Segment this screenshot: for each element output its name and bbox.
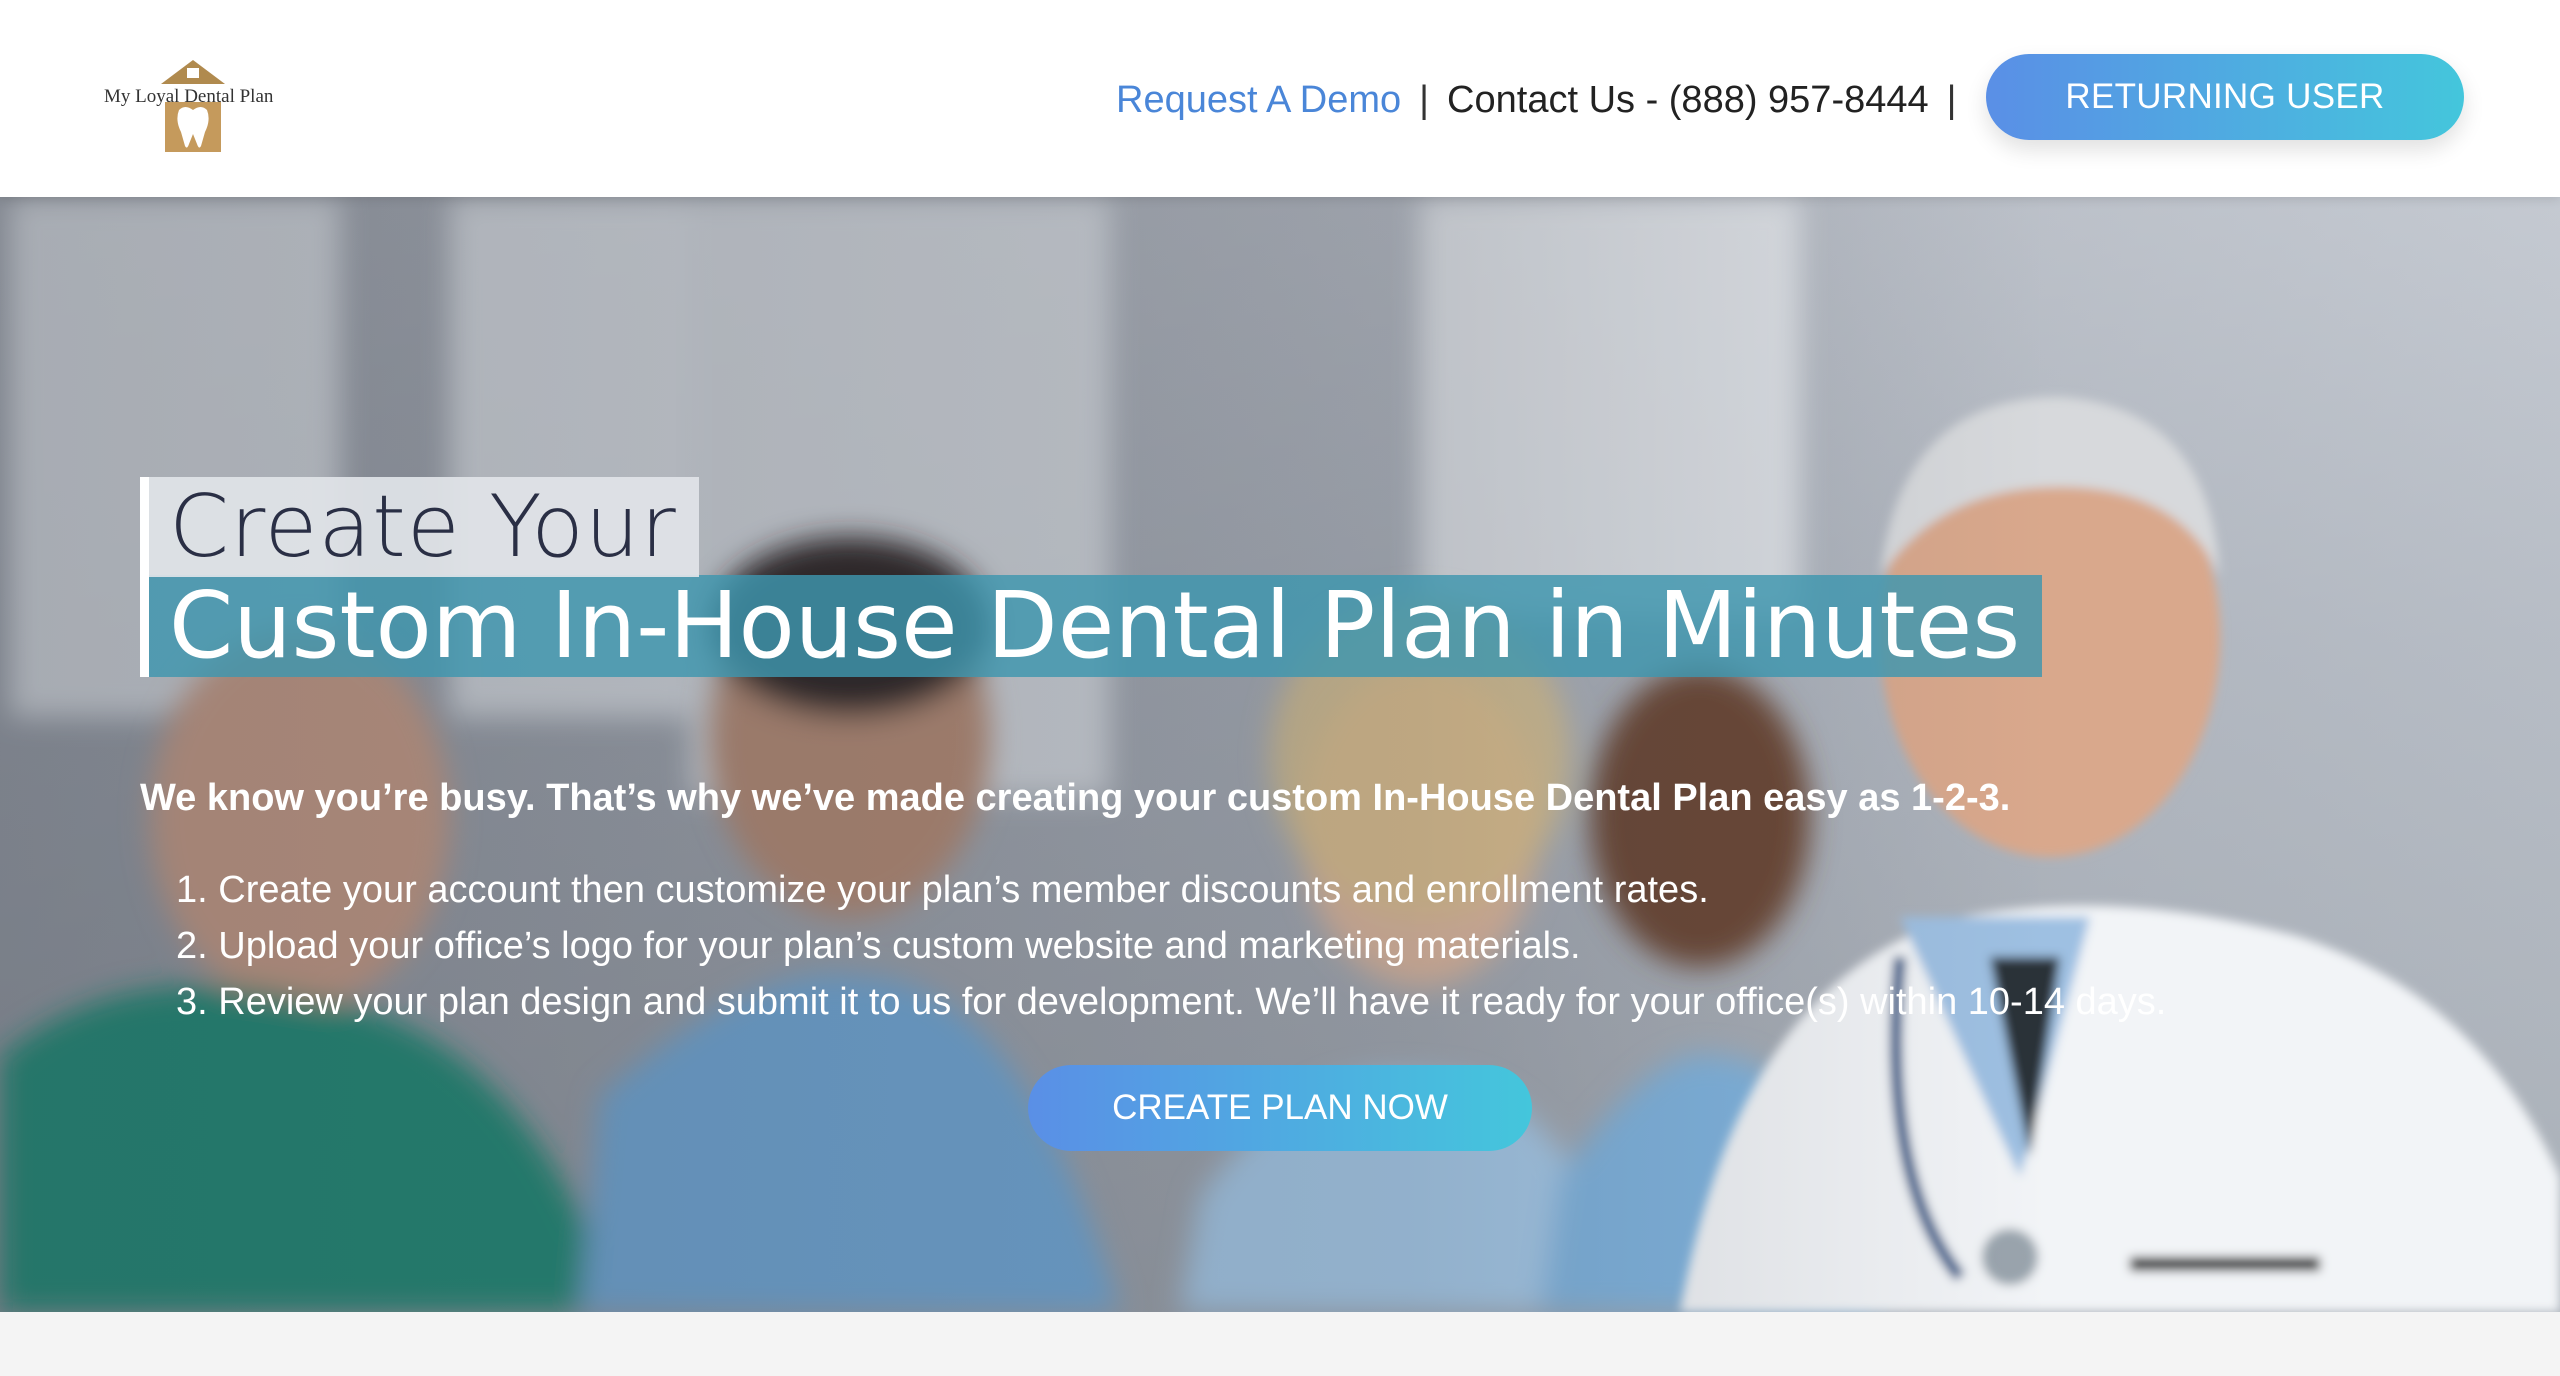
steps-list: 1. Create your account then customize yo… xyxy=(176,862,2166,1030)
hero-title-line1: Create Your xyxy=(149,477,699,577)
hero-title: Create Your Custom In-House Dental Plan … xyxy=(140,477,2043,677)
site-logo[interactable]: My Loyal Dental Plan xyxy=(98,60,298,160)
hero-title-line2: Custom In-House Dental Plan in Minutes xyxy=(149,575,2043,677)
logo-text: My Loyal Dental Plan xyxy=(104,86,274,107)
contact-phone[interactable]: Contact Us - (888) 957-8444 xyxy=(1447,79,1929,122)
request-demo-link[interactable]: Request A Demo xyxy=(1116,79,1401,122)
step-item: 3. Review your plan design and submit it… xyxy=(176,981,2167,1023)
top-nav: Request A Demo | Contact Us - (888) 957-… xyxy=(1116,72,1975,128)
nav-separator: | xyxy=(1419,78,1430,121)
hero-subline: We know you’re busy. That’s why we’ve ma… xyxy=(140,777,2011,819)
create-plan-now-button[interactable]: CREATE PLAN NOW xyxy=(1028,1065,1532,1151)
nav-separator: | xyxy=(1946,78,1957,121)
returning-user-button[interactable]: RETURNING USER xyxy=(1986,54,2464,140)
page-bottom-strip xyxy=(0,1312,2560,1376)
hero-section: Create Your Custom In-House Dental Plan … xyxy=(0,197,2560,1312)
step-item: 2. Upload your office’s logo for your pl… xyxy=(176,925,1581,967)
step-item: 1. Create your account then customize yo… xyxy=(176,869,1709,911)
site-header: My Loyal Dental Plan Request A Demo | Co… xyxy=(0,0,2560,197)
